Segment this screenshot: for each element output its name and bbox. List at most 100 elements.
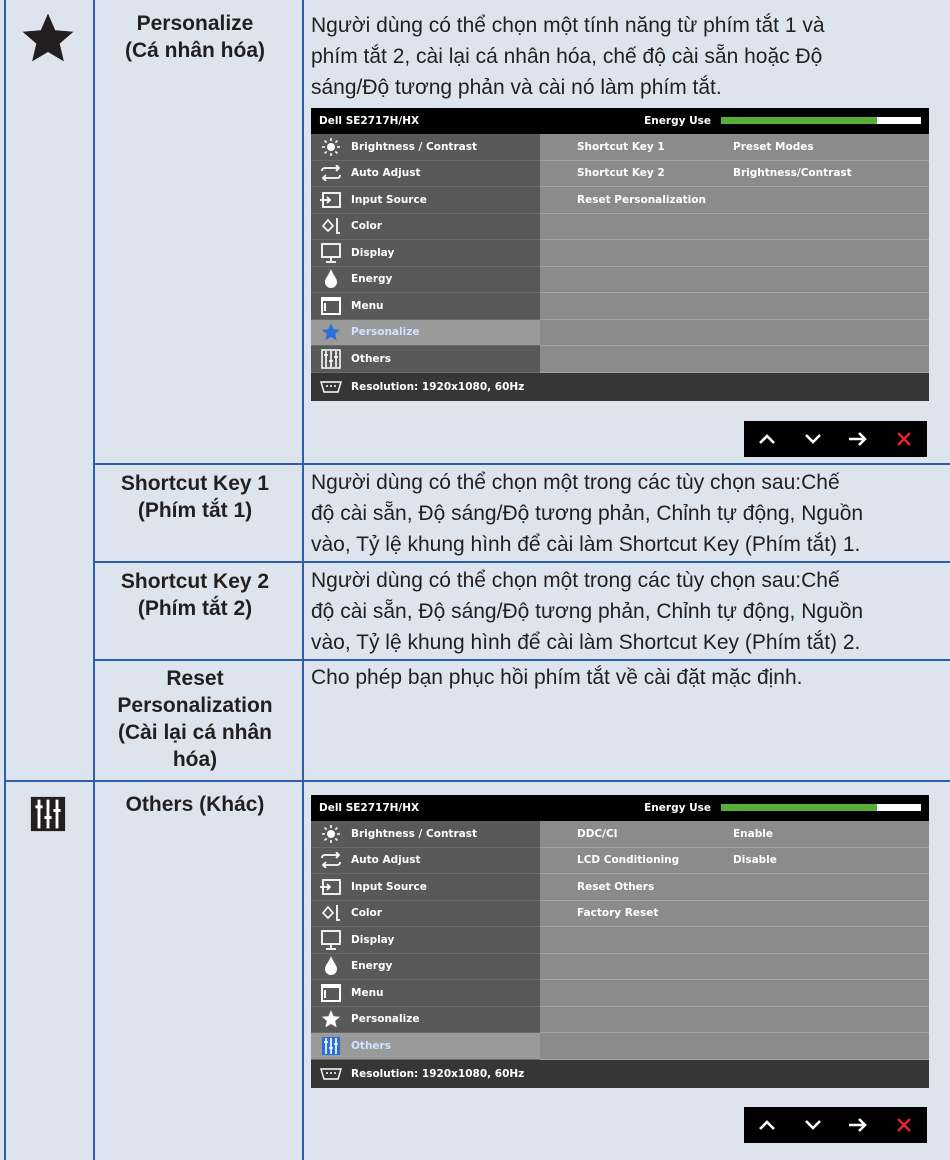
osd-personalize: Dell SE2717H/HX Energy Use Brightness / … [311,108,929,401]
submenu-row [540,293,929,320]
submenu-row[interactable]: Reset Personalization [540,187,929,214]
menu-item-label: Others [351,352,391,365]
name-line: Shortcut Key 1 [120,472,270,495]
name-line: (Cài lại cá nhân [117,721,273,744]
desc-line: độ cài sẵn, Độ sáng/Độ tương phản, Chỉnh… [311,600,864,623]
menu-item-menu[interactable]: Menu [311,980,540,1007]
up-arrow-button[interactable] [752,1110,782,1140]
energy-use-label: Energy Use [644,802,711,814]
close-button[interactable] [889,424,919,454]
menu-item-label: Personalize [351,1013,420,1026]
menu-item-label: Personalize [351,326,420,339]
osd-header: Dell SE2717H/HX Energy Use [311,795,929,821]
submenu-row[interactable]: Factory Reset [540,901,929,927]
submenu-row[interactable]: LCD Conditioning Disable [540,848,929,874]
menu-item-color[interactable]: Color [311,901,540,927]
osd-menu: Brightness / Contrast Auto Adjust Input … [311,821,540,1060]
menu-item-label: Color [351,220,382,233]
reset-personalization-description: Cho phép bạn phục hồi phím tắt về cài đặ… [311,662,941,693]
menu-item-others[interactable]: Others [311,1033,540,1060]
right-arrow-button[interactable] [843,1110,873,1140]
setting-label: LCD Conditioning [577,854,680,867]
energy-icon [311,269,351,289]
setting-value: Enable [733,827,773,840]
color-icon [311,216,351,236]
desc-line: độ cài sẵn, Độ sáng/Độ tương phản, Chỉnh… [311,502,864,525]
menu-item-personalize[interactable]: Personalize [311,319,540,346]
desc-line: Người dùng có thể chọn một trong các tùy… [311,471,840,494]
submenu-row[interactable]: DDC/CI Enable [540,821,929,848]
menu-item-energy[interactable]: Energy [311,267,540,293]
setting-value: Preset Modes [733,140,814,153]
energy-use-bar [721,117,921,124]
brightness-icon [311,137,351,157]
energy-use-label: Energy Use [644,115,711,127]
submenu-row [540,346,929,373]
name-line: (Cá nhân hóa) [125,39,265,62]
osd-others: Dell SE2717H/HX Energy Use Brightness / … [311,795,929,1088]
menu-item-menu[interactable]: Menu [311,293,540,320]
shortcut-key-2-name: Shortcut Key 2 (Phím tắt 2) [98,568,292,622]
desc-line: phím tắt 2, cài lại cá nhân hóa, chế độ … [311,45,823,68]
energy-use-fill [721,117,877,124]
osd-menu: Brightness / Contrast Auto Adjust Input … [311,134,540,373]
brightness-icon [311,824,351,844]
others-name: Others (Khác) [98,791,292,818]
menu-item-display[interactable]: Display [311,240,540,267]
menu-item-others[interactable]: Others [311,346,540,373]
energy-icon [311,956,351,976]
menu-item-personalize[interactable]: Personalize [311,1007,540,1033]
submenu-row [540,980,929,1007]
desc-line: Người dùng có thể chọn một tính năng từ … [311,14,825,37]
menu-item-input-source[interactable]: Input Source [311,187,540,214]
menu-item-energy[interactable]: Energy [311,954,540,980]
right-arrow-button[interactable] [843,424,873,454]
desc-line: sáng/Độ tương phản và cài nó làm phím tắ… [311,76,722,99]
name-line: Shortcut Key 2 [120,570,270,593]
menu-item-input-source[interactable]: Input Source [311,874,540,901]
menu-item-brightness[interactable]: Brightness / Contrast [311,821,540,848]
menu-item-label: Brightness / Contrast [351,827,477,840]
menu-item-display[interactable]: Display [311,927,540,954]
menu-item-label: Energy [351,273,393,286]
menu-item-label: Others [351,1039,391,1052]
menu-item-auto-adjust[interactable]: Auto Adjust [311,848,540,874]
personalize-name: Personalize (Cá nhân hóa) [98,10,292,64]
down-arrow-button[interactable] [798,424,828,454]
personalize-description: Người dùng có thể chọn một tính năng từ … [311,10,941,103]
star-icon [311,322,351,342]
close-button[interactable] [889,1110,919,1140]
up-arrow-button[interactable] [752,424,782,454]
menu-item-color[interactable]: Color [311,214,540,240]
name-line: Others (Khác) [125,793,265,816]
submenu-row[interactable]: Shortcut Key 1 Preset Modes [540,134,929,161]
menu-item-auto-adjust[interactable]: Auto Adjust [311,161,540,187]
menu-icon [311,296,351,316]
input-source-icon [311,191,351,209]
input-source-icon [311,878,351,896]
menu-item-label: Input Source [351,880,427,893]
submenu-row [540,927,929,954]
menu-item-label: Brightness / Contrast [351,140,477,153]
setting-label: Shortcut Key 1 [577,140,665,153]
submenu-row [540,240,929,267]
auto-adjust-icon [311,852,351,869]
star-icon [8,10,88,66]
submenu-row [540,320,929,346]
setting-label: Shortcut Key 2 [577,167,665,180]
menu-item-brightness[interactable]: Brightness / Contrast [311,134,540,161]
shortcut-key-1-name: Shortcut Key 1 (Phím tắt 1) [98,470,292,524]
reset-personalization-name: Reset Personalization (Cài lại cá nhân h… [98,665,292,773]
setting-label: Factory Reset [577,907,659,920]
submenu-row [540,954,929,980]
desc-line: vào, Tỷ lệ khung hình để cài làm Shortcu… [311,631,861,654]
submenu-row[interactable]: Shortcut Key 2 Brightness/Contrast [540,161,929,187]
osd-submenu: Shortcut Key 1 Preset Modes Shortcut Key … [540,134,929,373]
desc-line: vào, Tỷ lệ khung hình để cài làm Shortcu… [311,533,861,556]
submenu-row[interactable]: Reset Others [540,874,929,901]
down-arrow-button[interactable] [798,1110,828,1140]
star-icon [311,1009,351,1029]
vga-connector-icon [311,1067,351,1080]
row-divider [93,659,950,661]
vga-connector-icon [311,380,351,393]
